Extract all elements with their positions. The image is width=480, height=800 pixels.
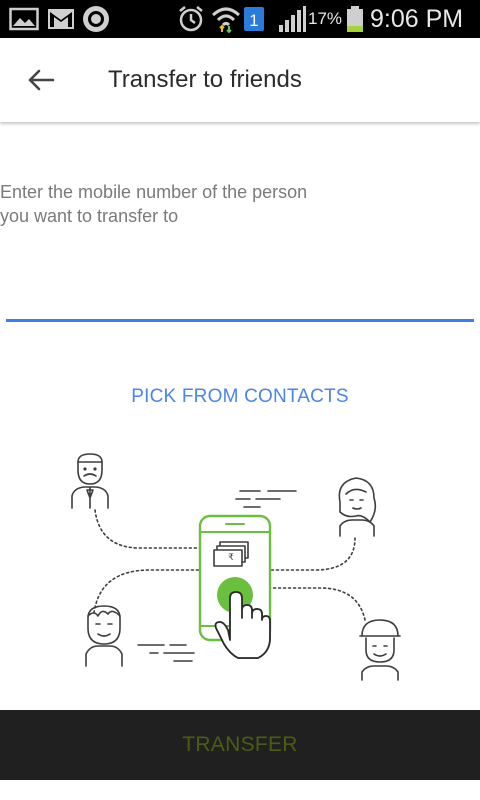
speed-lines-top (235, 490, 297, 508)
speed-lines-bottom (137, 644, 195, 662)
wifi-icon (210, 0, 242, 38)
person-bottom-right (359, 619, 401, 681)
page-title: Transfer to friends (108, 66, 302, 93)
connector-line-top-left (94, 509, 201, 549)
rupee-symbol: ₹ (228, 553, 234, 563)
transfer-button[interactable]: TRANSFER (0, 710, 480, 780)
app-bar: Transfer to friends (0, 38, 480, 122)
sync-icon (80, 0, 112, 38)
status-bar: 1 17% 9:06 PM (0, 0, 480, 38)
signal-icon (276, 0, 308, 38)
arrow-left-icon (28, 69, 55, 91)
person-top-left (71, 453, 109, 509)
clock-time: 9:06 PM (370, 5, 464, 33)
alarm-icon (176, 0, 206, 38)
battery-icon (344, 0, 366, 38)
connector-line-top-right (269, 537, 356, 571)
gmail-icon (46, 0, 76, 38)
back-button[interactable] (18, 58, 64, 102)
sim-icon: 1 (242, 0, 266, 38)
person-top-right (338, 477, 377, 537)
connector-line-bottom-right (269, 587, 366, 621)
transfer-illustration: ₹ (71, 453, 401, 681)
gallery-icon (8, 0, 40, 38)
person-bottom-left (85, 605, 123, 667)
phone-prompt-label: Enter the mobile number of the person yo… (0, 182, 308, 226)
mobile-number-input[interactable] (6, 270, 474, 322)
battery-percent: 17% (308, 9, 343, 28)
pick-from-contacts-link[interactable]: PICK FROM CONTACTS (0, 386, 480, 408)
sim-badge-text: 1 (249, 11, 258, 30)
